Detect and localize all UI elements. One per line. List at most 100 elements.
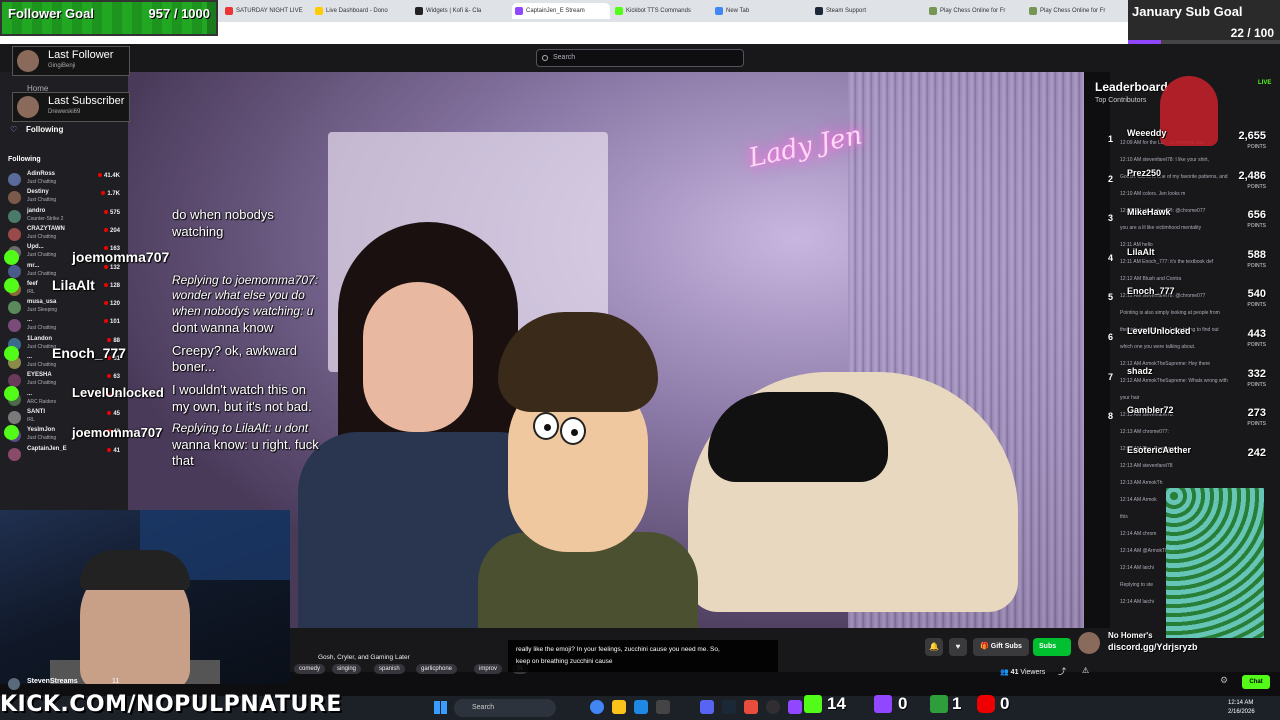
kick-badge-icon xyxy=(4,425,19,440)
channel-name: SANTI xyxy=(27,408,45,415)
report-icon[interactable]: ⚠ xyxy=(1082,666,1089,675)
app-icon[interactable] xyxy=(744,700,758,714)
stream-tag[interactable]: spanish xyxy=(374,664,405,674)
tab-favicon-icon xyxy=(225,7,233,15)
webcam-headphones xyxy=(80,550,190,590)
sidebar-channel-item[interactable]: jandro Counter-Strike 2 575 xyxy=(0,207,128,225)
overlay-chat-username: joemomma707 xyxy=(72,249,170,265)
channel-name: musa_usa xyxy=(27,299,57,306)
sidebar-channel-item[interactable]: ... Just Chatting 101 xyxy=(0,316,128,334)
channel-name: jandro xyxy=(27,207,46,214)
sub-goal-widget: January Sub Goal 22 / 100 xyxy=(1128,0,1280,44)
edge-icon[interactable] xyxy=(634,700,648,714)
chat-settings-icon[interactable]: ⚙ xyxy=(1220,675,1228,686)
kick-badge-icon xyxy=(4,386,19,401)
sidebar-channel-item[interactable]: CaptainJen_E 41 xyxy=(0,445,128,463)
channel-viewers: 63 xyxy=(107,374,120,380)
leaderboard-name: Weeeddy xyxy=(1127,128,1167,138)
leaderboard-points: 656 xyxy=(1247,209,1266,222)
channel-category: Just Chatting xyxy=(27,179,57,185)
channel-name: EYESHA xyxy=(27,372,52,379)
browser-tab-active[interactable]: CaptainJen_E Stream xyxy=(512,3,610,19)
windows-start-icon[interactable] xyxy=(434,701,447,714)
live-indicator: LIVE xyxy=(1258,80,1272,86)
overlay-chat-username: joemomma707 xyxy=(72,425,163,440)
steam-icon[interactable] xyxy=(722,700,736,714)
browser-tab[interactable]: Live Dashboard - Dono xyxy=(312,3,410,19)
leaderboard-points: 2,486 xyxy=(1238,169,1266,182)
stream-tag[interactable]: comedy xyxy=(294,664,326,674)
channel-category: Just Sleeping xyxy=(27,307,58,314)
overlay-chat-line: do when nobodys xyxy=(172,207,274,222)
streamer-face xyxy=(363,282,473,432)
subscribe-button[interactable]: Subs xyxy=(1033,638,1071,656)
stream-tag[interactable]: garlicphone xyxy=(416,664,458,674)
taskbar-search[interactable]: Search xyxy=(454,699,556,717)
leaderboard-rank: 2 xyxy=(1108,173,1114,184)
discord-icon[interactable] xyxy=(700,700,714,714)
leaderboard-rank: 5 xyxy=(1108,292,1114,303)
sidebar-channel-item[interactable]: musa_usa Just Sleeping 120 xyxy=(0,298,128,316)
sidebar-channel-item[interactable]: CRAZYTAWN Just Chatting 204 xyxy=(0,225,128,243)
search-input[interactable]: Search xyxy=(536,49,744,67)
promo-title: No Homer's xyxy=(1108,631,1153,640)
browser-tab[interactable]: Widgets | Kofi &- Cla xyxy=(412,3,510,19)
sub-goal-progress xyxy=(1128,40,1162,44)
taskbar-date: 2/16/2026 xyxy=(1228,709,1255,715)
avatar xyxy=(8,191,21,205)
sidebar-following-link[interactable]: Following xyxy=(26,125,63,134)
twitch-count: 0 xyxy=(898,694,908,713)
sidebar-channel-item[interactable]: Destiny Just Chatting 1.7K xyxy=(0,188,128,206)
avatar xyxy=(17,96,39,118)
channel-viewers: 575 xyxy=(103,209,120,216)
app-icon[interactable] xyxy=(788,700,802,714)
webcam-feed xyxy=(0,510,290,684)
browser-tab[interactable]: Kickbot TTS Commands xyxy=(612,3,710,19)
notification-bell-button[interactable]: 🔔 xyxy=(925,638,943,656)
leaderboard-name: MikeHawk xyxy=(1127,207,1171,218)
obs-icon[interactable] xyxy=(766,700,780,714)
sidebar-channel-item[interactable]: AdinRoss Just Chatting 41.4K xyxy=(0,170,128,188)
browser-tab[interactable]: Play Chess Online for Fr xyxy=(926,3,1024,19)
leaderboard-title: Leaderboard xyxy=(1095,80,1168,94)
browser-tab[interactable]: Steam Support xyxy=(812,3,910,19)
stream-tag[interactable]: singing xyxy=(332,664,362,674)
browser-tab[interactable]: Play Chess Online for Fr xyxy=(1026,3,1124,19)
follow-heart-button[interactable]: ♥ xyxy=(949,638,967,656)
channel-category: Just Chatting xyxy=(27,325,57,332)
channel-category: IRL xyxy=(27,288,35,295)
channel-viewers: 88 xyxy=(107,337,120,344)
channel-name: mr... xyxy=(27,262,40,269)
last-follower-title: Last Follower xyxy=(48,49,114,61)
channel-category: ARC Raiders xyxy=(27,398,57,405)
channel-name: CaptainJen_E xyxy=(27,445,67,452)
leaderboard-name: shadz xyxy=(1127,365,1153,376)
channel-viewers: 1.7K xyxy=(101,191,120,197)
caption-overlay: really like the emoji? In your feelings,… xyxy=(508,640,778,672)
kick-badge-icon xyxy=(4,250,19,265)
overlay-chat-line: dont wanna know xyxy=(172,320,274,335)
browser-tab[interactable]: New Tab xyxy=(712,3,810,19)
channel-viewers: 101 xyxy=(103,319,120,325)
share-icon[interactable]: ⤴ xyxy=(1058,666,1066,677)
sidebar-bottom-user[interactable]: StevenStreams xyxy=(27,678,78,685)
channel-viewers: 41 xyxy=(107,447,120,454)
tab-favicon-icon xyxy=(815,7,823,15)
gift-subs-button[interactable]: 🎁 Gift Subs xyxy=(973,638,1029,656)
chat-send-button[interactable]: Chat xyxy=(1242,675,1270,689)
browser-tab[interactable]: SATURDAY NIGHT LIVE xyxy=(222,3,310,19)
stream-tag[interactable]: improv xyxy=(474,664,503,674)
chrome-icon[interactable] xyxy=(590,700,604,714)
tab-favicon-icon xyxy=(515,7,523,15)
leaderboard-subtitle: Top Contributors xyxy=(1095,97,1147,104)
sidebar-channel-item[interactable]: SANTI IRL 45 xyxy=(0,408,128,426)
avatar xyxy=(8,173,21,186)
live-dot-icon xyxy=(97,173,102,177)
leaderboard-rank: 6 xyxy=(1108,332,1114,342)
avatar xyxy=(8,264,21,278)
file-explorer-icon[interactable] xyxy=(612,700,626,714)
kick-badge-icon xyxy=(4,346,19,361)
leaderboard-rank: 7 xyxy=(1108,371,1114,382)
overlay-chat-username: LilaAlt xyxy=(52,277,95,293)
store-icon[interactable] xyxy=(656,700,670,714)
